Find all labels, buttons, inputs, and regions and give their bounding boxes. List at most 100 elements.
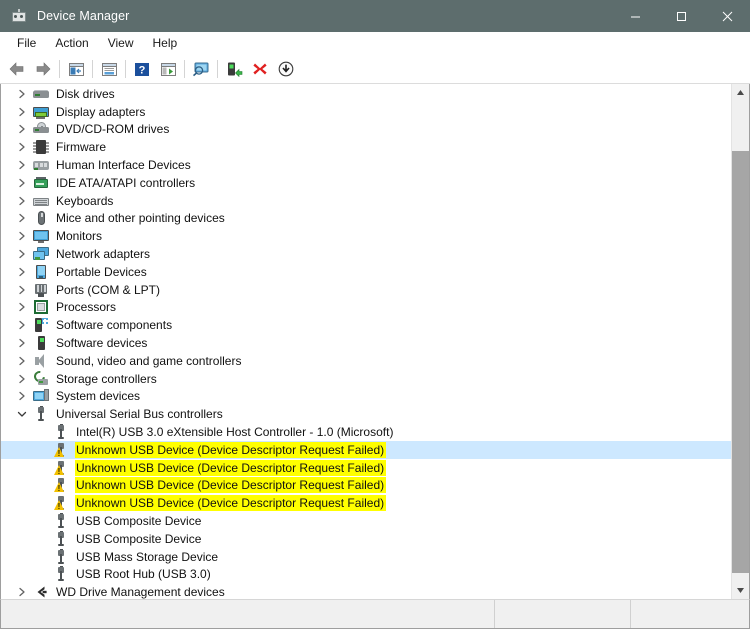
separator-2 (92, 60, 93, 78)
tree-row[interactable]: Firmware (1, 138, 731, 156)
tree-row[interactable]: IDE ATA/ATAPI controllers (1, 174, 731, 192)
tree-row-label: Disk drives (56, 86, 115, 101)
status-pane-1 (1, 600, 495, 628)
tree-row-label: Sound, video and game controllers (56, 353, 242, 368)
tree-row[interactable]: Intel(R) USB 3.0 eXtensible Host Control… (1, 423, 731, 441)
tree-row[interactable]: Portable Devices (1, 263, 731, 281)
help-icon[interactable]: ? (130, 57, 154, 81)
tree-row[interactable]: Processors (1, 299, 731, 317)
chevron-right-icon[interactable] (16, 210, 28, 227)
chevron-right-icon[interactable] (16, 139, 28, 156)
scroll-up-icon[interactable] (732, 84, 749, 101)
menu-item-file[interactable]: File (8, 34, 45, 52)
separator-3 (125, 60, 126, 78)
scan-for-hardware-changes-icon[interactable] (189, 57, 213, 81)
chevron-right-icon[interactable] (16, 246, 28, 263)
chevron-right-icon[interactable] (16, 121, 28, 138)
show-hide-console-tree-icon[interactable] (64, 57, 88, 81)
menu-item-action[interactable]: Action (46, 34, 97, 52)
tree-row[interactable]: Sound, video and game controllers (1, 352, 731, 370)
tree-row[interactable]: Disk drives (1, 85, 731, 103)
tree-row[interactable]: USB Root Hub (USB 3.0) (1, 566, 731, 584)
chevron-right-icon[interactable] (16, 584, 28, 599)
tree-row-label: Keyboards (56, 193, 114, 208)
separator-4 (184, 60, 185, 78)
chevron-right-icon[interactable] (16, 370, 28, 387)
tree-row[interactable]: Unknown USB Device (Device Descriptor Re… (1, 477, 731, 495)
close-icon[interactable] (704, 0, 750, 32)
disable-device-icon[interactable] (274, 57, 298, 81)
chevron-right-icon[interactable] (16, 228, 28, 245)
chevron-right-icon[interactable] (16, 263, 28, 280)
chevron-right-icon[interactable] (16, 103, 28, 120)
tree-row[interactable]: WD Drive Management devices (1, 583, 731, 599)
device-tree[interactable]: Disk drives Display adapters DVD/CD-ROM dr… (1, 84, 731, 599)
chevron-down-icon[interactable] (16, 406, 28, 423)
update-driver-icon[interactable] (156, 57, 180, 81)
tree-row-label: Unknown USB Device (Device Descriptor Re… (75, 477, 387, 494)
minimize-icon[interactable] (612, 0, 658, 32)
tree-row[interactable]: Unknown USB Device (Device Descriptor Re… (1, 459, 731, 477)
properties-icon[interactable] (97, 57, 121, 81)
tree-row[interactable]: Monitors (1, 227, 731, 245)
tree-row[interactable]: Software devices (1, 334, 731, 352)
tree-row-label: Processors (56, 300, 117, 315)
menu-item-help[interactable]: Help (144, 34, 187, 52)
tree-row-label: USB Composite Device (76, 531, 202, 546)
svg-text:?: ? (139, 64, 146, 76)
tree-row[interactable]: Network adapters (1, 245, 731, 263)
chevron-right-icon[interactable] (16, 299, 28, 316)
tree-row-label: Ports (COM & LPT) (56, 282, 161, 297)
tree-row[interactable]: Software components (1, 316, 731, 334)
back-icon[interactable] (5, 57, 29, 81)
device-manager-window: Device Manager File Action View Help ? D… (0, 0, 750, 629)
chevron-right-icon[interactable] (16, 352, 28, 369)
tree-row[interactable]: System devices (1, 388, 731, 406)
window-title: Device Manager (37, 9, 130, 23)
usb-warning-icon (53, 460, 69, 476)
usb-warning-icon (53, 442, 69, 458)
tree-row[interactable]: Unknown USB Device (Device Descriptor Re… (1, 494, 731, 512)
tree-row[interactable]: Unknown USB Device (Device Descriptor Re… (1, 440, 731, 459)
usb-icon (33, 406, 49, 422)
portable-device-icon (33, 264, 49, 280)
tree-row[interactable]: Ports (COM & LPT) (1, 281, 731, 299)
tree-row-label: Firmware (56, 140, 106, 155)
tree-row[interactable]: Mice and other pointing devices (1, 210, 731, 228)
storage-controller-icon (31, 368, 49, 387)
tree-row[interactable]: DVD/CD-ROM drives (1, 121, 731, 139)
chevron-right-icon[interactable] (16, 281, 28, 298)
uninstall-device-icon[interactable] (248, 57, 272, 81)
tree-row[interactable]: Human Interface Devices (1, 156, 731, 174)
enable-device-icon[interactable] (222, 57, 246, 81)
tree-row[interactable]: Keyboards (1, 192, 731, 210)
scroll-down-icon[interactable] (732, 582, 749, 599)
forward-icon[interactable] (31, 57, 55, 81)
usb-warning-icon (53, 495, 69, 511)
tree-row[interactable]: USB Composite Device (1, 530, 731, 548)
window-controls (612, 0, 750, 32)
chevron-right-icon[interactable] (16, 157, 28, 174)
tree-row-label: System devices (56, 389, 141, 404)
chevron-right-icon[interactable] (16, 317, 28, 334)
disk-drive-icon (33, 86, 49, 102)
chevron-right-icon[interactable] (16, 388, 28, 405)
monitor-icon (33, 228, 49, 244)
tree-row[interactable]: USB Composite Device (1, 512, 731, 530)
maximize-icon[interactable] (658, 0, 704, 32)
tree-row-label: Unknown USB Device (Device Descriptor Re… (75, 495, 387, 512)
vertical-scrollbar[interactable] (731, 84, 749, 599)
tree-row[interactable]: Universal Serial Bus controllers (1, 405, 731, 423)
tree-row-label: DVD/CD-ROM drives (56, 122, 170, 137)
chevron-right-icon[interactable] (16, 335, 28, 352)
tree-row-label: USB Mass Storage Device (76, 549, 219, 564)
menu-item-view[interactable]: View (99, 34, 143, 52)
scrollbar-thumb[interactable] (732, 150, 749, 574)
chevron-right-icon[interactable] (16, 192, 28, 209)
tree-row-label: Unknown USB Device (Device Descriptor Re… (75, 459, 387, 476)
chevron-right-icon[interactable] (16, 85, 28, 102)
tree-row[interactable]: Storage controllers (1, 368, 731, 388)
tree-row[interactable]: USB Mass Storage Device (1, 548, 731, 566)
chevron-right-icon[interactable] (16, 174, 28, 191)
tree-row[interactable]: Display adapters (1, 103, 731, 121)
